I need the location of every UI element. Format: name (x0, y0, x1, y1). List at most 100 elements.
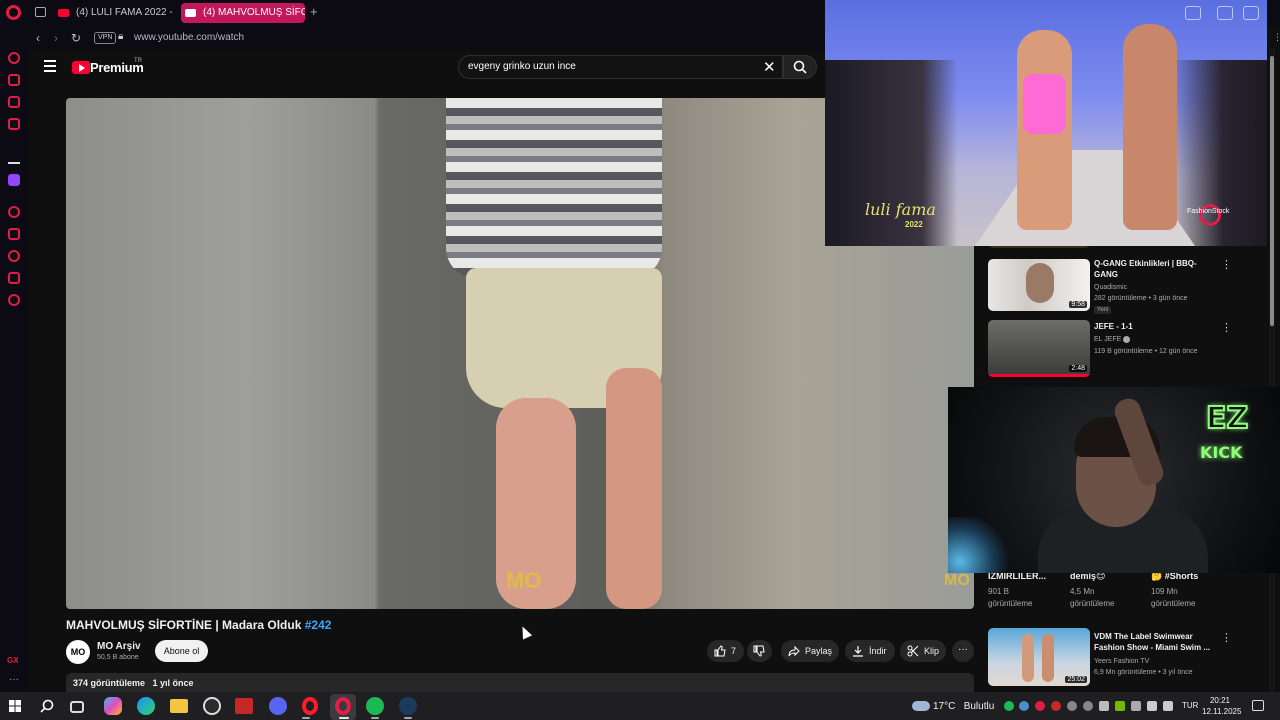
share-button[interactable]: Paylaş (781, 640, 839, 662)
opera-icon[interactable] (302, 697, 318, 715)
network-icon[interactable] (1147, 701, 1157, 711)
steam-tray-icon[interactable] (1019, 701, 1029, 711)
rec-title[interactable]: JEFE - 1-1 (1094, 321, 1133, 332)
channel-name[interactable]: MO Arşiv (97, 641, 141, 652)
clock-icon[interactable] (8, 250, 20, 262)
clear-search-icon[interactable]: ✕ (763, 58, 776, 76)
notification-icon[interactable] (1252, 700, 1264, 711)
mail-icon[interactable] (8, 118, 20, 130)
menu-icon[interactable] (44, 60, 56, 72)
like-button[interactable]: 7 (707, 640, 744, 662)
bag-icon[interactable] (8, 74, 20, 86)
edge-icon[interactable] (137, 697, 155, 715)
copilot-icon[interactable] (104, 697, 122, 715)
voicemod-icon[interactable] (235, 698, 253, 714)
pip-mute-icon[interactable] (1217, 6, 1233, 20)
url-field[interactable]: www.youtube.com/watch (134, 32, 244, 43)
forward-icon[interactable]: › (54, 31, 58, 45)
volume-icon[interactable] (1163, 701, 1173, 711)
youtube-favicon-icon (58, 9, 69, 17)
watch-progress (988, 374, 1090, 377)
opera-tray-icon[interactable] (1035, 701, 1045, 711)
tray-icon[interactable] (1067, 701, 1077, 711)
cloud-icon[interactable] (912, 701, 930, 711)
short-views: 109 Mn (1151, 587, 1178, 596)
rec-channel[interactable]: EL JEFE (1094, 334, 1131, 345)
tab-luli-fama[interactable]: (4) LULI FAMA 2022 - 4k (54, 3, 174, 23)
hashtag-link[interactable]: #242 (305, 618, 332, 632)
short-views: 901 B (988, 587, 1009, 596)
language-indicator[interactable]: TUR (1182, 701, 1198, 710)
rec-title[interactable]: VDM The Label Swimwear Fashion Show - Mi… (1094, 631, 1219, 653)
thumbnail-person (1026, 263, 1054, 303)
settings-icon[interactable] (8, 294, 20, 306)
pip-back-to-tab-icon[interactable] (1185, 6, 1201, 20)
player-icon[interactable] (8, 206, 20, 218)
picture-in-picture-window[interactable]: luli fama 2022 FashionStock (825, 0, 1267, 246)
gx-control-label[interactable]: GX (7, 656, 19, 665)
opera-gx-icon[interactable] (335, 697, 351, 715)
rec-channel[interactable]: Quadismic (1094, 282, 1127, 293)
system-clock[interactable]: 20:21 12.11.2025 (1202, 695, 1241, 717)
search-button[interactable] (783, 55, 817, 79)
duration-badge: 9:58 (1069, 301, 1087, 308)
microphone-tray-icon[interactable] (1099, 701, 1109, 711)
rec-menu-icon[interactable]: ⋮ (1221, 258, 1232, 271)
reload-icon[interactable]: ↻ (71, 31, 81, 45)
task-view-icon[interactable] (70, 701, 84, 713)
clip-button[interactable]: Klip (900, 640, 946, 662)
taskbar-search-icon[interactable] (40, 699, 54, 713)
download-button[interactable]: İndir (845, 640, 895, 662)
weather-widget[interactable]: 17°C Bulutlu (933, 701, 994, 712)
obs-icon[interactable] (203, 697, 221, 715)
opera-logo-icon[interactable] (6, 5, 21, 20)
messenger-icon[interactable] (8, 96, 20, 108)
scrollbar-thumb[interactable] (1270, 56, 1274, 326)
rec-menu-icon[interactable]: ⋮ (1221, 321, 1232, 334)
spotify-icon[interactable] (366, 697, 384, 715)
pip-logo: luli fama (865, 200, 936, 219)
extensions-icon[interactable] (8, 272, 20, 284)
subscribe-button[interactable]: Abone ol (155, 640, 208, 662)
file-explorer-icon[interactable] (170, 699, 188, 713)
history-icon[interactable] (8, 52, 20, 64)
channel-watermark[interactable]: MO (944, 572, 970, 590)
rec-meta: 6,9 Mn görüntüleme • 3 yıl önce (1094, 669, 1193, 676)
region-label: TR (134, 58, 142, 64)
rec-thumbnail[interactable]: 25:02 (988, 628, 1090, 686)
bookmark-icon[interactable] (8, 228, 20, 240)
discord-icon[interactable] (269, 697, 287, 715)
sidebar-more-icon[interactable]: ··· (9, 674, 19, 685)
description-box[interactable] (66, 673, 974, 693)
youtube-logo-icon[interactable] (72, 61, 90, 74)
more-actions-button[interactable]: ··· (952, 640, 974, 662)
steam-icon[interactable] (399, 697, 417, 715)
pip-brand: FashionStock (1187, 208, 1230, 215)
twitch-icon[interactable] (8, 174, 20, 186)
tab-list-icon[interactable] (35, 7, 46, 17)
pip-year: 2022 (905, 220, 923, 229)
spotify-tray-icon[interactable] (1004, 701, 1014, 711)
back-icon[interactable]: ‹ (36, 31, 40, 45)
tab-mahvolmus[interactable]: (4) MAHVOLMUŞ SİFC (181, 3, 305, 23)
rec-thumbnail[interactable]: 2:48 (988, 320, 1090, 377)
tray-icon[interactable] (1131, 701, 1141, 711)
channel-avatar[interactable]: MO (66, 640, 90, 664)
lock-icon[interactable]: 🔒︎ (118, 31, 123, 42)
browser-sidebar-toggle-icon[interactable]: ⋮ (1273, 32, 1280, 43)
windows-start-icon[interactable] (9, 700, 21, 712)
voicemod-tray-icon[interactable] (1051, 701, 1061, 711)
dislike-button[interactable] (747, 640, 772, 662)
rec-title[interactable]: Q-GANG Etkinlikleri | BBQ- GANG (1094, 258, 1214, 280)
nvidia-tray-icon[interactable] (1115, 701, 1125, 711)
search-query[interactable]: evgeny grinko uzun ince (468, 61, 576, 72)
pip-close-icon[interactable] (1243, 6, 1259, 20)
rec-menu-icon[interactable]: ⋮ (1221, 631, 1232, 644)
tray-icon[interactable] (1083, 701, 1093, 711)
rec-thumbnail[interactable]: 9:58 (988, 259, 1090, 311)
rec-channel[interactable]: Yeers Fashion TV (1094, 656, 1149, 667)
neon-sign-kick: KICK (1200, 443, 1243, 462)
new-tab-button[interactable]: + (310, 4, 318, 19)
vpn-badge[interactable]: VPN (94, 32, 117, 44)
aria-icon[interactable] (8, 152, 20, 164)
